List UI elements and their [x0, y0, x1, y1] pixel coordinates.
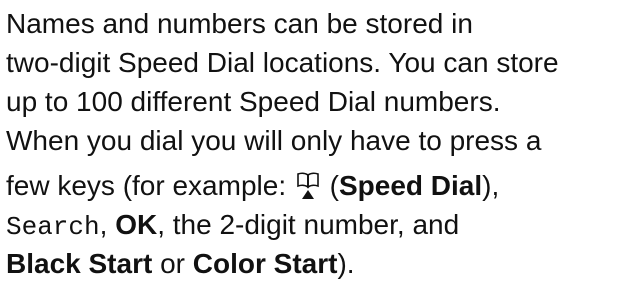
paragraph-line-5: few keys (for example: (Speed Dial), [6, 166, 616, 205]
speed-dial-book-icon [296, 171, 320, 201]
paragraph-line-6: Search, OK, the 2-digit number, and [6, 205, 616, 244]
ok-key-label: OK [115, 209, 158, 240]
line5-text-before: few keys (for example: [6, 170, 294, 201]
paragraph-line-4: When you dial you will only have to pres… [6, 125, 542, 156]
speed-dial-key-label: Speed Dial [338, 170, 483, 201]
paragraph-line-7: Black Start or Color Start). [6, 244, 616, 283]
color-start-key-label: Color Start [192, 248, 338, 279]
line5-close: ), [482, 170, 500, 201]
instruction-paragraph: Names and numbers can be stored in two-d… [6, 4, 616, 283]
line5-open-paren: ( [321, 170, 339, 201]
paragraph-line-1: Names and numbers can be stored in [6, 8, 473, 39]
line7-or: or [152, 248, 193, 279]
line6-rest: , the 2-digit number, and [157, 209, 460, 240]
paragraph-line-3: up to 100 different Speed Dial numbers. [6, 86, 501, 117]
search-menu-label: Search [6, 212, 100, 242]
black-start-key-label: Black Start [6, 248, 153, 279]
paragraph-line-2: two-digit Speed Dial locations. You can … [6, 47, 559, 78]
line7-end: ). [337, 248, 355, 279]
line6-separator: , [99, 209, 116, 240]
